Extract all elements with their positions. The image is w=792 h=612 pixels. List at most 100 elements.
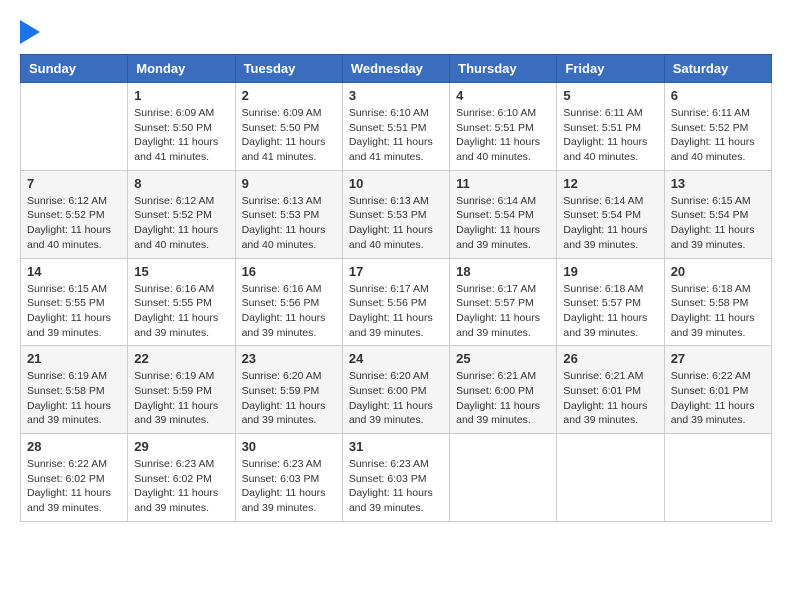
header-wednesday: Wednesday <box>342 55 449 83</box>
day-info: Sunrise: 6:16 AM Sunset: 5:56 PM Dayligh… <box>242 282 336 341</box>
week-row-2: 7 Sunrise: 6:12 AM Sunset: 5:52 PM Daylig… <box>21 170 772 258</box>
calendar-cell: 27 Sunrise: 6:22 AM Sunset: 6:01 PM Dayli… <box>664 346 771 434</box>
day-number: 7 <box>27 176 121 191</box>
calendar-cell: 19Sunrise: 6:18 AM Sunset: 5:57 PM Dayli… <box>557 258 664 346</box>
calendar-cell: 3 Sunrise: 6:10 AM Sunset: 5:51 PM Daylig… <box>342 83 449 171</box>
day-info: Sunrise: 6:15 AM Sunset: 5:54 PM Dayligh… <box>671 194 765 253</box>
week-row-4: 21 Sunrise: 6:19 AM Sunset: 5:58 PM Dayli… <box>21 346 772 434</box>
header-monday: Monday <box>128 55 235 83</box>
day-number: 3 <box>349 88 443 103</box>
calendar-cell <box>21 83 128 171</box>
day-info: Sunrise: 6:16 AM Sunset: 5:55 PM Dayligh… <box>134 282 228 341</box>
day-info: Sunrise: 6:19 AM Sunset: 5:58 PM Dayligh… <box>27 369 121 428</box>
week-row-3: 14Sunrise: 6:15 AM Sunset: 5:55 PM Dayli… <box>21 258 772 346</box>
day-info: Sunrise: 6:09 AM Sunset: 5:50 PM Dayligh… <box>134 106 228 165</box>
day-info: Sunrise: 6:17 AM Sunset: 5:57 PM Dayligh… <box>456 282 550 341</box>
day-number: 6 <box>671 88 765 103</box>
day-number: 21 <box>27 351 121 366</box>
header-tuesday: Tuesday <box>235 55 342 83</box>
day-info: Sunrise: 6:18 AM Sunset: 5:57 PM Dayligh… <box>563 282 657 341</box>
day-info: Sunrise: 6:22 AM Sunset: 6:02 PM Dayligh… <box>27 457 121 516</box>
day-number: 16 <box>242 264 336 279</box>
day-info: Sunrise: 6:12 AM Sunset: 5:52 PM Dayligh… <box>134 194 228 253</box>
logo-icon <box>20 20 40 44</box>
calendar-cell: 22 Sunrise: 6:19 AM Sunset: 5:59 PM Dayli… <box>128 346 235 434</box>
day-info: Sunrise: 6:10 AM Sunset: 5:51 PM Dayligh… <box>456 106 550 165</box>
day-number: 25 <box>456 351 550 366</box>
day-info: Sunrise: 6:14 AM Sunset: 5:54 PM Dayligh… <box>563 194 657 253</box>
day-info: Sunrise: 6:21 AM Sunset: 6:01 PM Dayligh… <box>563 369 657 428</box>
header-saturday: Saturday <box>664 55 771 83</box>
logo <box>20 20 44 44</box>
day-number: 15 <box>134 264 228 279</box>
calendar-cell: 7 Sunrise: 6:12 AM Sunset: 5:52 PM Daylig… <box>21 170 128 258</box>
week-row-5: 28 Sunrise: 6:22 AM Sunset: 6:02 PM Dayli… <box>21 434 772 522</box>
calendar-cell: 18Sunrise: 6:17 AM Sunset: 5:57 PM Dayli… <box>450 258 557 346</box>
day-number: 27 <box>671 351 765 366</box>
calendar-cell: 13 Sunrise: 6:15 AM Sunset: 5:54 PM Dayli… <box>664 170 771 258</box>
day-number: 28 <box>27 439 121 454</box>
day-info: Sunrise: 6:15 AM Sunset: 5:55 PM Dayligh… <box>27 282 121 341</box>
calendar-cell: 12 Sunrise: 6:14 AM Sunset: 5:54 PM Dayli… <box>557 170 664 258</box>
header-sunday: Sunday <box>21 55 128 83</box>
day-info: Sunrise: 6:12 AM Sunset: 5:52 PM Dayligh… <box>27 194 121 253</box>
calendar-cell: 26 Sunrise: 6:21 AM Sunset: 6:01 PM Dayli… <box>557 346 664 434</box>
calendar-cell: 2 Sunrise: 6:09 AM Sunset: 5:50 PM Daylig… <box>235 83 342 171</box>
day-info: Sunrise: 6:23 AM Sunset: 6:02 PM Dayligh… <box>134 457 228 516</box>
day-number: 29 <box>134 439 228 454</box>
calendar-cell: 14Sunrise: 6:15 AM Sunset: 5:55 PM Dayli… <box>21 258 128 346</box>
calendar-cell <box>664 434 771 522</box>
day-number: 22 <box>134 351 228 366</box>
day-number: 4 <box>456 88 550 103</box>
calendar-cell: 5Sunrise: 6:11 AM Sunset: 5:51 PM Daylig… <box>557 83 664 171</box>
calendar-cell: 4 Sunrise: 6:10 AM Sunset: 5:51 PM Daylig… <box>450 83 557 171</box>
calendar-cell: 31 Sunrise: 6:23 AM Sunset: 6:03 PM Dayli… <box>342 434 449 522</box>
calendar-cell: 1 Sunrise: 6:09 AM Sunset: 5:50 PM Daylig… <box>128 83 235 171</box>
header-friday: Friday <box>557 55 664 83</box>
calendar-cell: 10 Sunrise: 6:13 AM Sunset: 5:53 PM Dayli… <box>342 170 449 258</box>
day-info: Sunrise: 6:17 AM Sunset: 5:56 PM Dayligh… <box>349 282 443 341</box>
day-number: 17 <box>349 264 443 279</box>
day-number: 13 <box>671 176 765 191</box>
day-info: Sunrise: 6:13 AM Sunset: 5:53 PM Dayligh… <box>242 194 336 253</box>
day-number: 26 <box>563 351 657 366</box>
day-number: 24 <box>349 351 443 366</box>
calendar-cell: 29 Sunrise: 6:23 AM Sunset: 6:02 PM Dayli… <box>128 434 235 522</box>
day-number: 30 <box>242 439 336 454</box>
calendar-cell: 30 Sunrise: 6:23 AM Sunset: 6:03 PM Dayli… <box>235 434 342 522</box>
page-header <box>20 20 772 44</box>
calendar-cell: 11 Sunrise: 6:14 AM Sunset: 5:54 PM Dayli… <box>450 170 557 258</box>
day-info: Sunrise: 6:10 AM Sunset: 5:51 PM Dayligh… <box>349 106 443 165</box>
calendar-cell: 6 Sunrise: 6:11 AM Sunset: 5:52 PM Daylig… <box>664 83 771 171</box>
day-info: Sunrise: 6:11 AM Sunset: 5:51 PM Dayligh… <box>563 106 657 165</box>
header-thursday: Thursday <box>450 55 557 83</box>
day-number: 11 <box>456 176 550 191</box>
day-number: 12 <box>563 176 657 191</box>
day-info: Sunrise: 6:13 AM Sunset: 5:53 PM Dayligh… <box>349 194 443 253</box>
day-info: Sunrise: 6:19 AM Sunset: 5:59 PM Dayligh… <box>134 369 228 428</box>
calendar-cell <box>450 434 557 522</box>
day-number: 31 <box>349 439 443 454</box>
calendar-header: SundayMondayTuesdayWednesdayThursdayFrid… <box>21 55 772 83</box>
day-info: Sunrise: 6:14 AM Sunset: 5:54 PM Dayligh… <box>456 194 550 253</box>
day-info: Sunrise: 6:21 AM Sunset: 6:00 PM Dayligh… <box>456 369 550 428</box>
day-info: Sunrise: 6:23 AM Sunset: 6:03 PM Dayligh… <box>349 457 443 516</box>
day-info: Sunrise: 6:09 AM Sunset: 5:50 PM Dayligh… <box>242 106 336 165</box>
calendar-cell: 9Sunrise: 6:13 AM Sunset: 5:53 PM Daylig… <box>235 170 342 258</box>
calendar-cell: 21 Sunrise: 6:19 AM Sunset: 5:58 PM Dayli… <box>21 346 128 434</box>
calendar-cell: 8Sunrise: 6:12 AM Sunset: 5:52 PM Daylig… <box>128 170 235 258</box>
calendar-cell: 20Sunrise: 6:18 AM Sunset: 5:58 PM Dayli… <box>664 258 771 346</box>
calendar-cell: 28 Sunrise: 6:22 AM Sunset: 6:02 PM Dayli… <box>21 434 128 522</box>
day-number: 2 <box>242 88 336 103</box>
week-row-1: 1 Sunrise: 6:09 AM Sunset: 5:50 PM Daylig… <box>21 83 772 171</box>
calendar-cell: 23Sunrise: 6:20 AM Sunset: 5:59 PM Dayli… <box>235 346 342 434</box>
day-number: 10 <box>349 176 443 191</box>
day-info: Sunrise: 6:20 AM Sunset: 6:00 PM Dayligh… <box>349 369 443 428</box>
day-number: 1 <box>134 88 228 103</box>
day-info: Sunrise: 6:23 AM Sunset: 6:03 PM Dayligh… <box>242 457 336 516</box>
day-info: Sunrise: 6:11 AM Sunset: 5:52 PM Dayligh… <box>671 106 765 165</box>
day-info: Sunrise: 6:22 AM Sunset: 6:01 PM Dayligh… <box>671 369 765 428</box>
calendar-cell: 24 Sunrise: 6:20 AM Sunset: 6:00 PM Dayli… <box>342 346 449 434</box>
calendar-cell <box>557 434 664 522</box>
calendar-cell: 16 Sunrise: 6:16 AM Sunset: 5:56 PM Dayli… <box>235 258 342 346</box>
